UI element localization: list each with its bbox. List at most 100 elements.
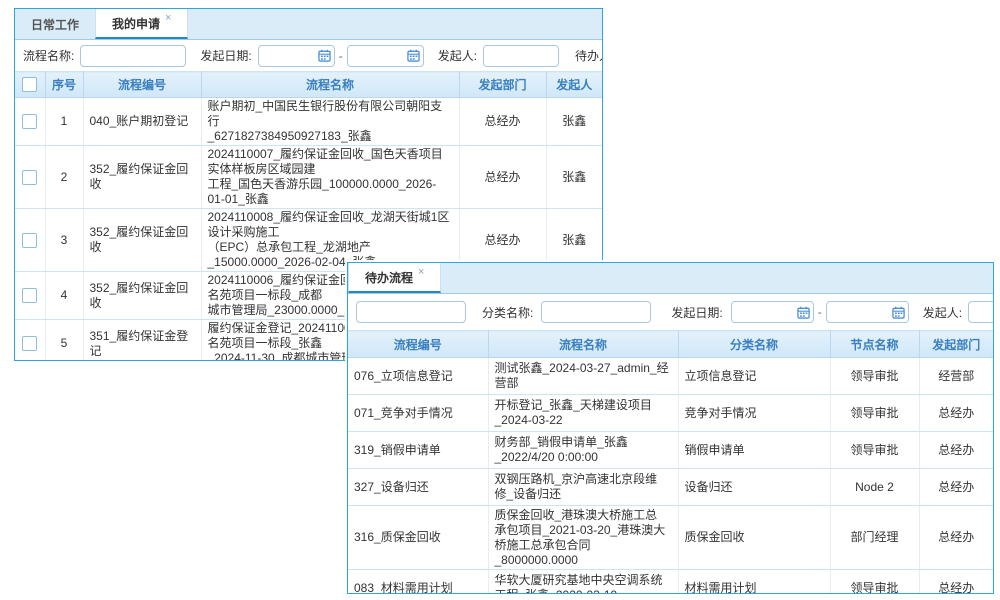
- dept-cell: 总经办: [459, 98, 546, 146]
- table-row[interactable]: 327_设备归还 双钢压路机_京沪高速北京段维 修_设备归还 设备归还 Node…: [348, 469, 993, 506]
- process-code-cell: 352_履约保证金回收: [83, 272, 201, 320]
- tab-todo-processes[interactable]: 待办流程 ×: [348, 263, 441, 293]
- row-checkbox[interactable]: [22, 336, 37, 351]
- col-header-process-code[interactable]: 流程编号: [348, 331, 488, 358]
- process-name-label: 流程名称:: [23, 47, 74, 64]
- process-name-cell: 财务部_销假申请单_张鑫 _2022/4/20 0:00:00: [488, 432, 678, 469]
- table-row[interactable]: 071_竞争对手情况 开标登记_张鑫_天梯建设项目 _2024-03-22 竞争…: [348, 395, 993, 432]
- start-date-from-field[interactable]: [263, 49, 318, 63]
- start-date-from-input[interactable]: [731, 301, 814, 323]
- my-requests-filterbar: 流程名称: 发起日期: - 发起人: 待办人:: [15, 40, 602, 71]
- start-date-to-input[interactable]: [347, 45, 424, 67]
- process-name-cell: 质保金回收_港珠澳大桥施工总 承包项目_2021-03-20_港珠澳大 桥施工总…: [488, 506, 678, 570]
- initiator-label: 发起人:: [923, 304, 962, 321]
- process-name-input[interactable]: [356, 301, 466, 323]
- category-name-input[interactable]: [541, 301, 651, 323]
- node-cell: 部门经理: [830, 506, 919, 570]
- checkbox-cell: [15, 146, 45, 209]
- col-header-initiator[interactable]: 发起人: [546, 72, 602, 98]
- table-row[interactable]: 319_销假申请单 财务部_销假申请单_张鑫 _2022/4/20 0:00:0…: [348, 432, 993, 469]
- node-cell: Node 2: [830, 469, 919, 506]
- calendar-icon[interactable]: [407, 49, 420, 62]
- initiator-label: 发起人:: [438, 47, 477, 64]
- calendar-icon[interactable]: [797, 306, 810, 319]
- checkbox-cell: [15, 209, 45, 272]
- process-code-cell: 351_履约保证金登记: [83, 320, 201, 362]
- col-header-process-name[interactable]: 流程名称: [201, 72, 459, 98]
- todo-window: 待办流程 × 分类名称: 发起日期: - 发起人: 流程编号 流程名称 分类名称…: [347, 262, 994, 594]
- col-header-no[interactable]: 序号: [45, 72, 83, 98]
- row-checkbox[interactable]: [22, 114, 37, 129]
- start-date-to-field[interactable]: [352, 49, 407, 63]
- tab-my-applications[interactable]: 我的申请 ×: [95, 9, 188, 39]
- category-cell: 立项信息登记: [678, 358, 830, 395]
- checkbox-cell: [15, 98, 45, 146]
- process-name-cell: 双钢压路机_京沪高速北京段维 修_设备归还: [488, 469, 678, 506]
- node-cell: 领导审批: [830, 358, 919, 395]
- date-range-separator: -: [818, 305, 822, 319]
- checkbox-cell: [15, 320, 45, 362]
- pending-person-label: 待办人:: [575, 47, 603, 64]
- table-row[interactable]: 083_材料需用计划 华软大厦研究基地中央空调系统 工程_张鑫_2020-03-…: [348, 570, 993, 595]
- process-code-cell: 327_设备归还: [348, 469, 488, 506]
- row-number-cell: 3: [45, 209, 83, 272]
- table-row[interactable]: 2 352_履约保证金回收 2024110007_履约保证金回收_国色天香项目实…: [15, 146, 602, 209]
- col-header-dept[interactable]: 发起部门: [459, 72, 546, 98]
- row-number-cell: 2: [45, 146, 83, 209]
- todo-filterbar: 分类名称: 发起日期: - 发起人:: [348, 294, 993, 330]
- close-icon[interactable]: ×: [418, 266, 424, 278]
- row-number-cell: 5: [45, 320, 83, 362]
- select-all-header: [15, 72, 45, 98]
- table-row[interactable]: 316_质保金回收 质保金回收_港珠澳大桥施工总 承包项目_2021-03-20…: [348, 506, 993, 570]
- category-cell: 质保金回收: [678, 506, 830, 570]
- dept-cell: 总经办: [919, 432, 993, 469]
- col-header-process-name[interactable]: 流程名称: [488, 331, 678, 358]
- select-all-checkbox[interactable]: [22, 77, 37, 92]
- todo-table: 流程编号 流程名称 分类名称 节点名称 发起部门 076_立项信息登记 测试张鑫…: [348, 330, 993, 594]
- row-checkbox[interactable]: [22, 288, 37, 303]
- category-cell: 材料需用计划: [678, 570, 830, 595]
- dept-cell: 总经办: [919, 395, 993, 432]
- process-name-cell: 开标登记_张鑫_天梯建设项目 _2024-03-22: [488, 395, 678, 432]
- initiator-cell: 张鑫: [546, 146, 602, 209]
- row-number-cell: 1: [45, 98, 83, 146]
- initiator-cell: 张鑫: [546, 98, 602, 146]
- table-row[interactable]: 076_立项信息登记 测试张鑫_2024-03-27_admin_经 营部 立项…: [348, 358, 993, 395]
- dept-cell: 经营部: [919, 358, 993, 395]
- process-code-cell: 352_履约保证金回收: [83, 209, 201, 272]
- start-date-to-input[interactable]: [826, 301, 909, 323]
- initiator-input[interactable]: [483, 45, 559, 67]
- dept-cell: 总经办: [459, 146, 546, 209]
- process-code-cell: 076_立项信息登记: [348, 358, 488, 395]
- row-number-cell: 4: [45, 272, 83, 320]
- close-icon[interactable]: ×: [165, 12, 171, 24]
- process-name-cell: 华软大厦研究基地中央空调系统 工程_张鑫_2020-03-19: [488, 570, 678, 595]
- initiator-input[interactable]: [968, 301, 994, 323]
- process-code-cell: 083_材料需用计划: [348, 570, 488, 595]
- tab-daily-work[interactable]: 日常工作: [15, 9, 95, 39]
- table-row[interactable]: 1 040_账户期初登记 账户期初_中国民生银行股份有限公司朝阳支行 _6271…: [15, 98, 602, 146]
- row-checkbox[interactable]: [22, 170, 37, 185]
- col-header-dept[interactable]: 发起部门: [919, 331, 993, 358]
- start-date-from-field[interactable]: [736, 305, 797, 319]
- process-name-cell: 2024110007_履约保证金回收_国色天香项目实体样板房区域园建 工程_国色…: [201, 146, 459, 209]
- node-cell: 领导审批: [830, 570, 919, 595]
- col-header-process-code[interactable]: 流程编号: [83, 72, 201, 98]
- col-header-category[interactable]: 分类名称: [678, 331, 830, 358]
- process-code-cell: 316_质保金回收: [348, 506, 488, 570]
- row-checkbox[interactable]: [22, 233, 37, 248]
- process-name-cell: 账户期初_中国民生银行股份有限公司朝阳支行 _62718273849509271…: [201, 98, 459, 146]
- col-header-node[interactable]: 节点名称: [830, 331, 919, 358]
- dept-cell: 总经办: [919, 570, 993, 595]
- calendar-icon[interactable]: [892, 306, 905, 319]
- start-date-from-input[interactable]: [258, 45, 335, 67]
- table-header-row: 序号 流程编号 流程名称 发起部门 发起人: [15, 72, 602, 98]
- start-date-to-field[interactable]: [831, 305, 892, 319]
- process-name-cell: 测试张鑫_2024-03-27_admin_经 营部: [488, 358, 678, 395]
- tab-todo-label: 待办流程: [365, 269, 413, 286]
- process-code-cell: 319_销假申请单: [348, 432, 488, 469]
- process-name-input[interactable]: [80, 45, 186, 67]
- tab-daily-work-label: 日常工作: [31, 16, 79, 33]
- my-requests-tabbar: 日常工作 我的申请 ×: [15, 9, 602, 40]
- calendar-icon[interactable]: [318, 49, 331, 62]
